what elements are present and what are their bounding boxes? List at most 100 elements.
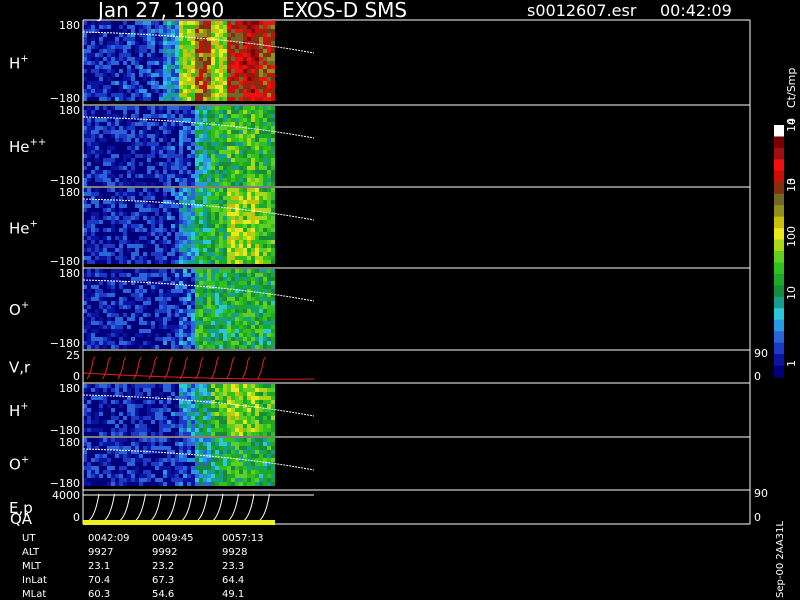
heat-cell (211, 412, 215, 416)
heat-cell (239, 404, 243, 408)
heat-cell (119, 466, 123, 470)
heat-cell (111, 400, 115, 404)
heat-cell (247, 482, 251, 486)
heat-cell (255, 118, 259, 122)
heat-cell (111, 478, 115, 482)
heat-cell (103, 130, 107, 134)
heat-cell (91, 142, 95, 146)
heat-cell (187, 450, 191, 454)
heat-cell (135, 482, 139, 486)
heat-cell (155, 244, 159, 248)
heat-cell (123, 337, 127, 341)
heat-cell (199, 122, 203, 126)
heat-cell (223, 65, 227, 69)
heat-cell (151, 150, 155, 154)
heat-cell (147, 392, 151, 396)
heat-cell (219, 333, 223, 337)
heat-cell (83, 337, 87, 341)
heat-cell (187, 252, 191, 256)
heat-cell (91, 154, 95, 158)
heat-cell (223, 248, 227, 252)
heat-cell (235, 73, 239, 77)
heat-cell (215, 33, 219, 37)
heat-cell (151, 442, 155, 446)
heat-cell (131, 474, 135, 478)
heat-cell (119, 341, 123, 345)
heat-cell (91, 110, 95, 114)
heat-cell (171, 252, 175, 256)
heat-cell (183, 446, 187, 450)
heat-cell (247, 57, 251, 61)
heat-cell (147, 106, 151, 110)
heat-cell (183, 89, 187, 93)
heat-cell (203, 260, 207, 264)
heat-cell (171, 216, 175, 220)
heat-cell (179, 45, 183, 49)
heat-cell (211, 89, 215, 93)
heat-cell (127, 81, 131, 85)
heat-cell (191, 236, 195, 240)
heat-cell (147, 329, 151, 333)
heat-cell (83, 432, 87, 436)
heat-cell (211, 478, 215, 482)
heat-cell (195, 396, 199, 400)
heat-cell (239, 146, 243, 150)
heat-cell (223, 384, 227, 388)
heat-cell (179, 412, 183, 416)
heat-cell (95, 428, 99, 432)
heat-cell (227, 313, 231, 317)
heat-cell (115, 232, 119, 236)
heat-cell (127, 110, 131, 114)
heat-cell (163, 309, 167, 313)
heat-cell (95, 93, 99, 97)
heat-cell (223, 208, 227, 212)
heat-cell (207, 256, 211, 260)
heat-cell (159, 204, 163, 208)
heat-cell (255, 337, 259, 341)
heat-cell (179, 269, 183, 273)
heat-cell (183, 442, 187, 446)
heat-cell (247, 400, 251, 404)
heat-cell (91, 130, 95, 134)
heat-cell (135, 474, 139, 478)
heat-cell (171, 341, 175, 345)
heat-cell (159, 321, 163, 325)
heat-cell (99, 146, 103, 150)
heat-cell (247, 392, 251, 396)
heat-cell (195, 269, 199, 273)
heat-cell (215, 384, 219, 388)
heat-cell (255, 204, 259, 208)
heat-cell (243, 93, 247, 97)
heat-cell (139, 154, 143, 158)
heat-cell (187, 236, 191, 240)
heat-cell (199, 309, 203, 313)
heat-cell (83, 305, 87, 309)
heat-cell (239, 178, 243, 182)
heat-cell (247, 325, 251, 329)
heat-cell (155, 41, 159, 45)
heat-cell (99, 188, 103, 192)
heat-cell (223, 396, 227, 400)
heat-cell (151, 416, 155, 420)
heat-cell (131, 126, 135, 130)
heat-cell (135, 252, 139, 256)
heat-cell (223, 388, 227, 392)
heat-cell (95, 188, 99, 192)
heat-cell (215, 248, 219, 252)
heat-cell (135, 45, 139, 49)
heat-cell (191, 396, 195, 400)
heat-cell (175, 192, 179, 196)
heat-cell (171, 93, 175, 97)
heat-cell (167, 446, 171, 450)
panel-label: V,r (9, 359, 31, 377)
heat-cell (259, 170, 263, 174)
heat-cell (119, 196, 123, 200)
heat-cell (83, 416, 87, 420)
heat-cell (219, 252, 223, 256)
heat-cell (247, 53, 251, 57)
heat-cell (127, 248, 131, 252)
heat-cell (95, 21, 99, 25)
heat-cell (251, 293, 255, 297)
heat-cell (251, 345, 255, 349)
heat-cell (199, 170, 203, 174)
